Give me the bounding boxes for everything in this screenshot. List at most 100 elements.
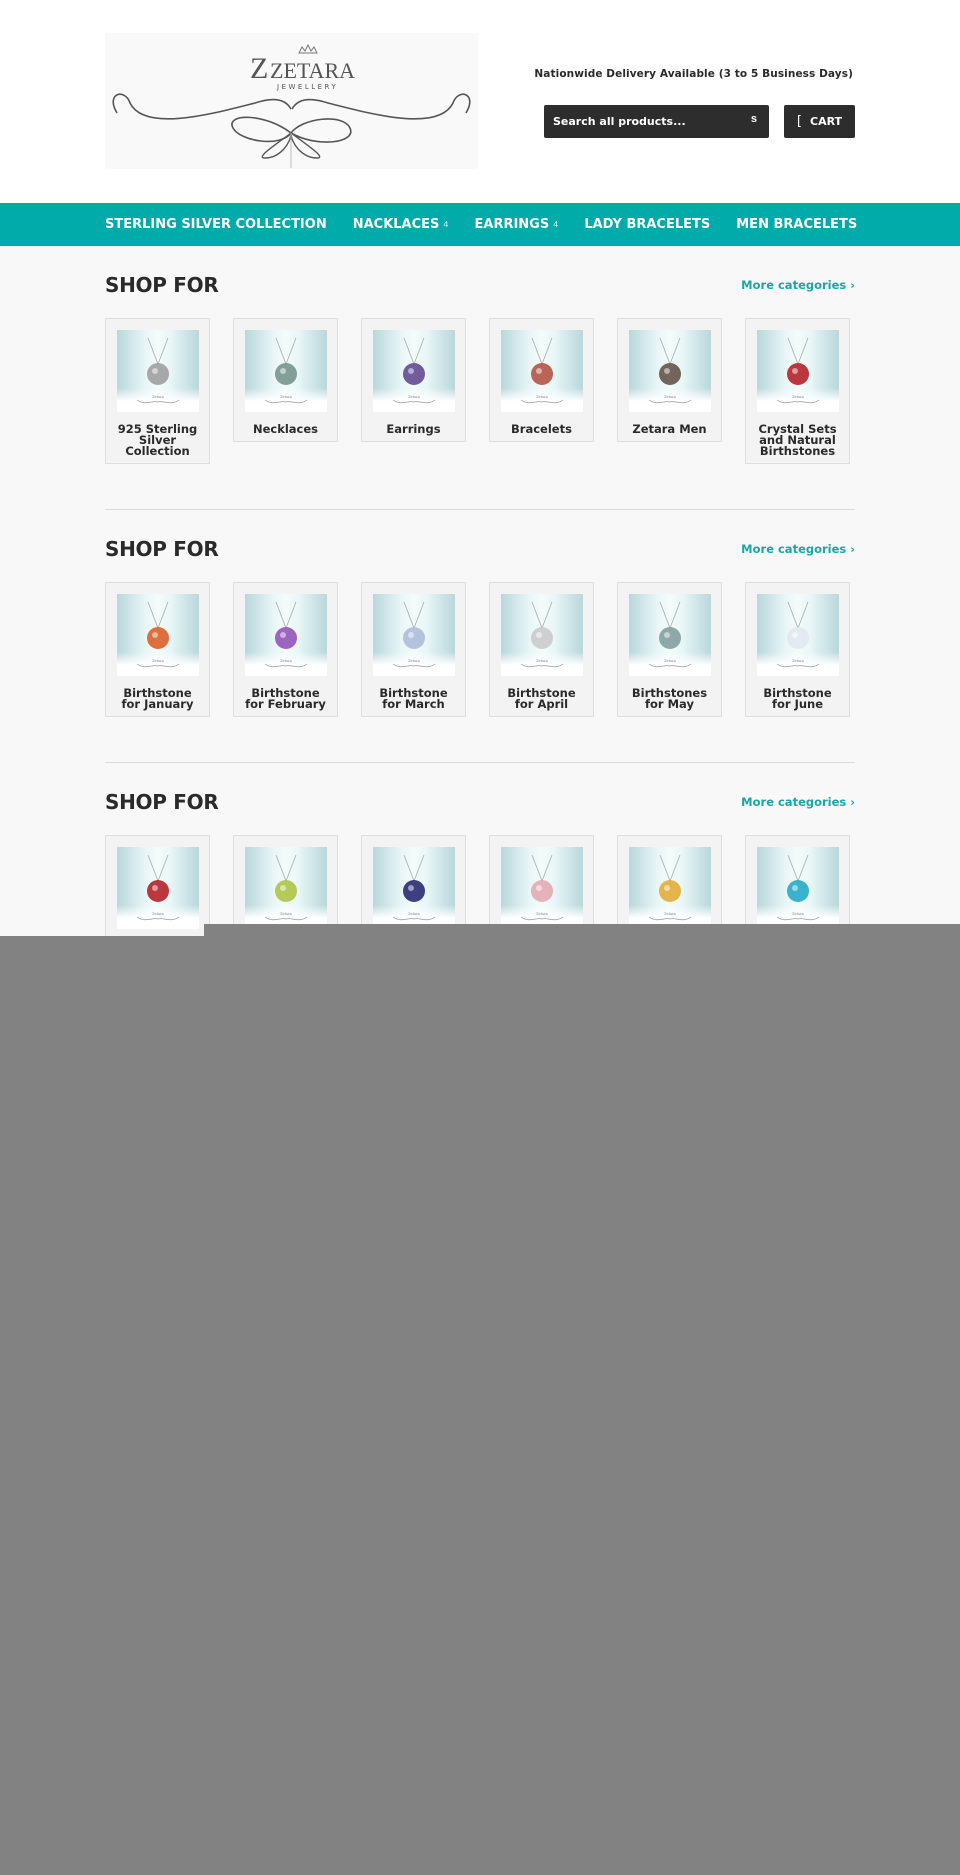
section-header: SHOP FOR More categories › [105, 273, 855, 297]
category-label: Birthstone for April [507, 686, 576, 711]
cart-label: CART [810, 115, 843, 128]
svg-text:Zetara: Zetara [408, 659, 420, 663]
category-image: Zetara [501, 847, 583, 929]
category-card[interactable]: Zetara Necklaces [233, 318, 338, 442]
category-card[interactable]: Zetara Birthstone for January [105, 582, 210, 717]
category-card[interactable]: Zetara Birthstone for March [361, 582, 466, 717]
svg-text:Zetara: Zetara [408, 395, 420, 399]
jewelry-icon: Zetara [520, 601, 564, 668]
jewelry-icon: Zetara [264, 601, 308, 668]
jewelry-icon: Zetara [648, 854, 692, 921]
jewelry-icon: Zetara [392, 601, 436, 668]
logo-sub: JEWELLERY [276, 83, 338, 91]
jewelry-icon: Zetara [776, 601, 820, 668]
dropdown-caret-icon: 4 [553, 220, 559, 229]
section-title: SHOP FOR [105, 273, 219, 297]
svg-text:Zetara: Zetara [664, 912, 676, 916]
category-image: Zetara [245, 594, 327, 676]
category-image: Zetara [629, 594, 711, 676]
category-image: Zetara [117, 847, 199, 929]
category-card[interactable]: Zetara Zetara Men [617, 318, 722, 442]
category-label: Birthstones for May [631, 686, 708, 711]
nav-item-label: EARRINGS [474, 217, 550, 232]
jewelry-icon: Zetara [264, 854, 308, 921]
shop-for-section: SHOP FOR More categories › Zetara Birthston… [105, 509, 855, 762]
site-logo[interactable]: Z ZETARA JEWELLERY [105, 33, 478, 169]
jewelry-icon: Zetara [648, 601, 692, 668]
jewelry-icon: Zetara [776, 337, 820, 404]
svg-text:Zetara: Zetara [792, 395, 804, 399]
category-label: 925 Sterling Silver Collection [117, 422, 198, 458]
jewelry-icon: Zetara [648, 337, 692, 404]
svg-text:Zetara: Zetara [536, 659, 548, 663]
category-card[interactable]: Zetara Crystal Sets and Natural Birthston… [745, 318, 850, 464]
category-card[interactable]: Zetara Birthstone for February [233, 582, 338, 717]
jewelry-icon: Zetara [520, 854, 564, 921]
category-card[interactable]: Zetara Birthstone for April [489, 582, 594, 717]
jewelry-icon: Zetara [392, 337, 436, 404]
main-content: SHOP FOR More categories › Zetara 925 Sterl… [105, 246, 855, 970]
category-image: Zetara [245, 847, 327, 929]
category-image: Zetara [629, 847, 711, 929]
category-image: Zetara [757, 847, 839, 929]
nav-item-earrings[interactable]: EARRINGS 4 [475, 217, 559, 232]
category-image: Zetara [373, 330, 455, 412]
dropdown-caret-icon: 4 [443, 220, 449, 229]
category-card[interactable]: Zetara Bracelets [489, 318, 594, 442]
category-image: Zetara [501, 594, 583, 676]
svg-text:Zetara: Zetara [536, 395, 548, 399]
cart-button[interactable]: [ CART [784, 105, 855, 138]
svg-text:Zetara: Zetara [536, 912, 548, 916]
svg-text:Zetara: Zetara [664, 659, 676, 663]
jewelry-icon: Zetara [392, 854, 436, 921]
jewelry-icon: Zetara [776, 854, 820, 921]
nav-item-label: NACKLACES [352, 217, 440, 232]
more-categories-link[interactable]: More categories › [741, 795, 855, 809]
category-card[interactable]: Zetara Birthstones for May [617, 582, 722, 717]
category-image: Zetara [757, 330, 839, 412]
category-card[interactable]: Zetara Birthstone for June [745, 582, 850, 717]
search-input[interactable] [544, 115, 734, 128]
modal-overlay[interactable] [0, 936, 960, 1875]
search-form: s [544, 105, 769, 138]
category-label: Crystal Sets and Natural Birthstones [758, 422, 837, 458]
section-header: SHOP FOR More categories › [105, 790, 855, 814]
site-header: Z ZETARA JEWELLERY Nationwide Delivery A… [0, 0, 960, 203]
category-image: Zetara [117, 594, 199, 676]
category-image: Zetara [629, 330, 711, 412]
category-grid: Zetara 925 Sterling Silver Collection Zeta… [105, 318, 855, 464]
category-image: Zetara [117, 330, 199, 412]
svg-text:Z: Z [250, 52, 268, 85]
more-categories-link[interactable]: More categories › [741, 542, 855, 556]
jewelry-icon: Zetara [136, 854, 180, 921]
category-image: Zetara [757, 594, 839, 676]
search-button[interactable]: s [751, 113, 757, 125]
nav-item-nacklaces[interactable]: NACKLACES 4 [353, 217, 449, 232]
nav-item-sterling-silver-collection[interactable]: STERLING SILVER COLLECTION [105, 217, 327, 232]
svg-text:Zetara: Zetara [152, 912, 164, 916]
category-label: Birthstone for June [763, 686, 832, 711]
section-title: SHOP FOR [105, 537, 219, 561]
category-image: Zetara [501, 330, 583, 412]
category-card[interactable]: Zetara 925 Sterling Silver Collection [105, 318, 210, 464]
more-categories-link[interactable]: More categories › [741, 278, 855, 292]
category-image: Zetara [373, 594, 455, 676]
svg-text:Zetara: Zetara [280, 912, 292, 916]
nav-item-label: MEN BRACELETS [736, 217, 858, 232]
nav-item-label: LADY BRACELETS [584, 217, 711, 232]
svg-text:Zetara: Zetara [664, 395, 676, 399]
category-label: Earrings [386, 422, 441, 436]
category-grid: Zetara Birthstone for January Zetara Births… [105, 582, 855, 717]
logo-graphic: Z ZETARA JEWELLERY [112, 43, 471, 168]
nav-item-men-bracelets[interactable]: MEN BRACELETS [736, 217, 857, 232]
nav-item-label: STERLING SILVER COLLECTION [105, 217, 327, 232]
svg-text:Zetara: Zetara [280, 659, 292, 663]
shop-for-section: SHOP FOR More categories › Zetara 925 Sterl… [105, 246, 855, 509]
jewelry-icon: Zetara [264, 337, 308, 404]
logo-brand: ZETARA [270, 58, 355, 83]
section-title: SHOP FOR [105, 790, 219, 814]
jewelry-icon: Zetara [136, 601, 180, 668]
category-card[interactable]: Zetara Earrings [361, 318, 466, 442]
nav-item-lady-bracelets[interactable]: LADY BRACELETS [584, 217, 710, 232]
category-label: Birthstone for February [245, 686, 326, 711]
